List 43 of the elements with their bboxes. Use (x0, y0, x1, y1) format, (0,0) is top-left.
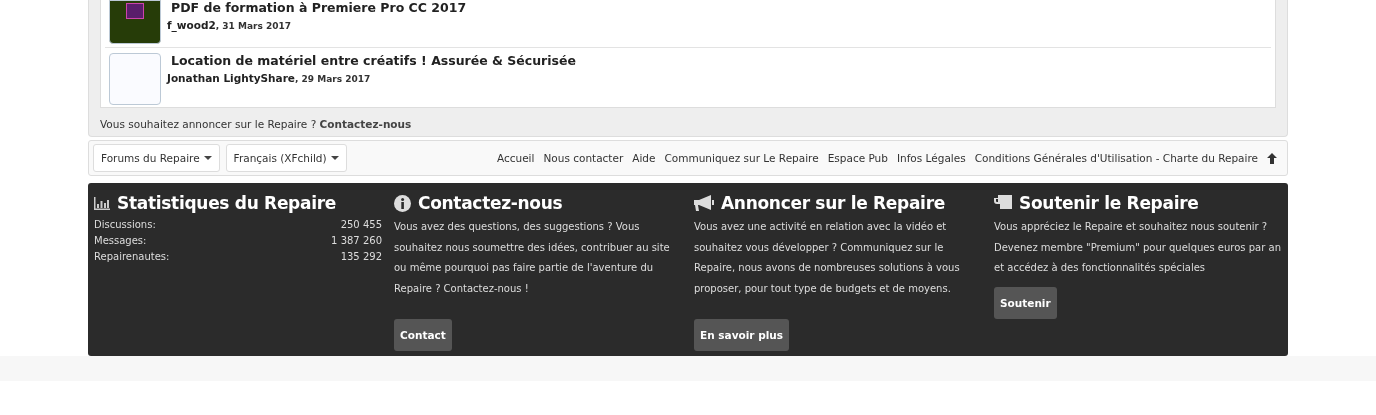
thread-date: , 29 Mars 2017 (294, 74, 371, 84)
thread-title[interactable]: PDF de formation à Premiere Pro CC 2017 (171, 0, 467, 16)
footer-link[interactable]: Nous contacter (543, 152, 624, 164)
stat-label: Repairenautes: (94, 250, 170, 264)
stat-value: 250 455 (340, 218, 382, 232)
block-button[interactable]: En savoir plus (694, 319, 789, 351)
thread-title[interactable]: Location de matériel entre créatifs ! Assurée & Sécurisée (171, 53, 576, 69)
bar-chart-icon (94, 196, 110, 210)
stat-value: 135 292 (340, 250, 382, 264)
info-icon (394, 194, 411, 212)
footer-link[interactable]: Communiquez sur Le Repaire (664, 152, 819, 164)
block-title: Soutenir le Repaire (1019, 193, 1199, 213)
block-title: Statistiques du Repaire (117, 193, 336, 213)
block-title: Contactez-nous (418, 193, 563, 213)
stat-label: Messages: (94, 234, 147, 248)
footer-link[interactable]: Espace Pub (827, 152, 888, 164)
stat-label: Discussions: (94, 218, 156, 232)
footer-link[interactable]: Aide (632, 152, 656, 164)
thread-author[interactable]: Jonathan LightyShare (167, 72, 295, 84)
caret-icon (330, 156, 339, 160)
megaphone-icon (694, 195, 714, 211)
block-text: Vous appréciez le Repaire et souhaitez nous soutenir ? Devenez membre "Premium" pour quelques euros par an et accédez à des fonctionnalités spéciales (994, 220, 1282, 275)
block-title: Annoncer sur le Repaire (721, 193, 945, 213)
thumbnail-image[interactable] (109, 0, 161, 44)
thread-author[interactable]: f_wood2 (167, 19, 216, 31)
dropdown-button[interactable]: Français (XFchild) (225, 144, 347, 172)
block-text: Vous avez des questions, des suggestions ? Vous souhaitez nous soumettre des idées, contribuer au site ou même pourquoi pas faire partie de l'aventure du Repaire ? Contactez-nous ! (394, 220, 671, 296)
advert-text: Vous souhaitez annoncer sur le Repaire ? (100, 118, 317, 130)
block-text: Vous avez une activité en relation avec la vidéo et souhaitez vous développer ? Communiquez sur le Repaire, nous avons de nombreuses solutions à vous proposer, pour tout type de budgets et de moyens. (694, 220, 961, 296)
thumbnail-placeholder[interactable] (109, 53, 161, 105)
block-button[interactable]: Contact (394, 319, 452, 351)
pr-logo-icon (126, 3, 144, 19)
block-button[interactable]: Soutenir (994, 286, 1057, 319)
contact-link[interactable]: Contactez-nous (319, 118, 412, 130)
footer-link[interactable]: Infos Légales (896, 152, 966, 164)
caret-icon (203, 156, 212, 160)
footer-link[interactable]: Accueil (496, 152, 535, 164)
mug-icon (994, 195, 1012, 211)
thread-date: , 31 Mars 2017 (215, 21, 291, 31)
up-arrow-icon[interactable] (1267, 152, 1277, 164)
stat-value: 1 387 260 (331, 234, 382, 248)
footer-link[interactable]: Conditions Générales d'Utilisation - Charte du Repaire (974, 152, 1258, 164)
dropdown-button[interactable]: Forums du Repaire (93, 144, 220, 172)
